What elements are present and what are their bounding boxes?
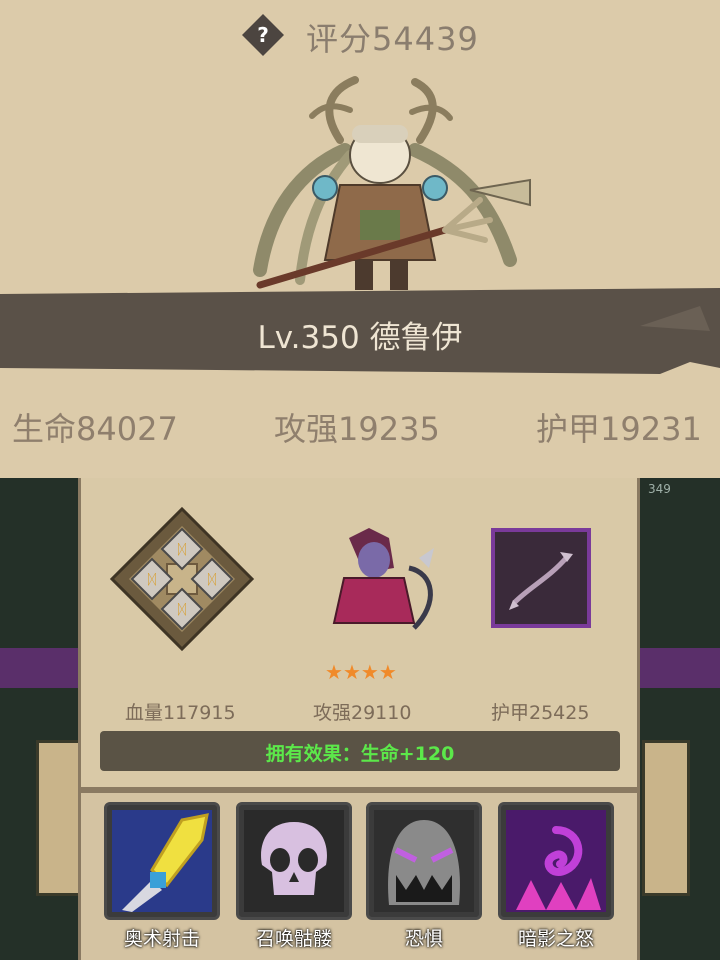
svg-text:ᛞ: ᛞ [178, 542, 187, 558]
star-icon: ★ [360, 660, 379, 684]
svg-text:ᛞ: ᛞ [208, 572, 217, 588]
background-card-right [642, 740, 690, 896]
hp-stat: 生命84027 [12, 410, 178, 448]
dark-elf-archer-icon[interactable] [309, 518, 459, 638]
skill-arcane-shot[interactable] [104, 802, 220, 920]
armor-stat: 护甲19231 [536, 410, 702, 448]
star-icon: ★ [342, 660, 361, 684]
scream-face-icon [374, 810, 474, 912]
hero-druid-figure[interactable] [230, 70, 560, 310]
background-purple-banner-right [640, 648, 720, 688]
background-level-tag: 349 [648, 482, 671, 496]
pet-hp-label: 血量117915 [125, 702, 236, 724]
pet-attack-label: 攻强29110 [313, 702, 412, 724]
skull-icon [244, 810, 344, 912]
score-row: ? 评分54439 [0, 4, 720, 60]
question-icon[interactable]: ? [240, 12, 286, 58]
owned-effect-text: 拥有效果：生命+120 [265, 743, 455, 765]
svg-text:ᛞ: ᛞ [148, 572, 157, 588]
rune-cross-icon[interactable]: ᛞ ᛞ ᛞ ᛞ [107, 504, 257, 654]
skill-shadow-wrath-label: 暗影之怒 [517, 928, 594, 950]
attack-stat: 攻强19235 [274, 410, 440, 448]
skill-arcane-shot-label: 奥术射击 [123, 928, 200, 950]
skill-shadow-wrath[interactable] [498, 802, 614, 920]
skill-fear-label: 恐惧 [404, 928, 443, 950]
svg-text:?: ? [257, 23, 269, 47]
pet-star-rating: ★★★★ [325, 660, 397, 684]
purple-bow-icon[interactable] [491, 528, 591, 628]
score-value: 评分54439 [306, 20, 479, 58]
background-card-left [36, 740, 84, 896]
star-icon: ★ [378, 660, 397, 684]
pet-armor-label: 护甲25425 [491, 702, 590, 724]
skill-fear[interactable] [366, 802, 482, 920]
hero-name: Lv.350 德鲁伊 [257, 320, 463, 356]
shadow-swirl-icon [506, 810, 606, 912]
skill-summon-skeleton-label: 召唤骷髅 [255, 928, 332, 950]
hero-stats-row: 生命84027 攻强19235 护甲19231 [0, 404, 720, 448]
skill-summon-skeleton[interactable] [236, 802, 352, 920]
background-purple-banner-left [0, 648, 78, 688]
star-icon: ★ [325, 660, 343, 684]
arcane-staff-icon [112, 810, 212, 912]
svg-text:ᛞ: ᛞ [178, 602, 187, 618]
